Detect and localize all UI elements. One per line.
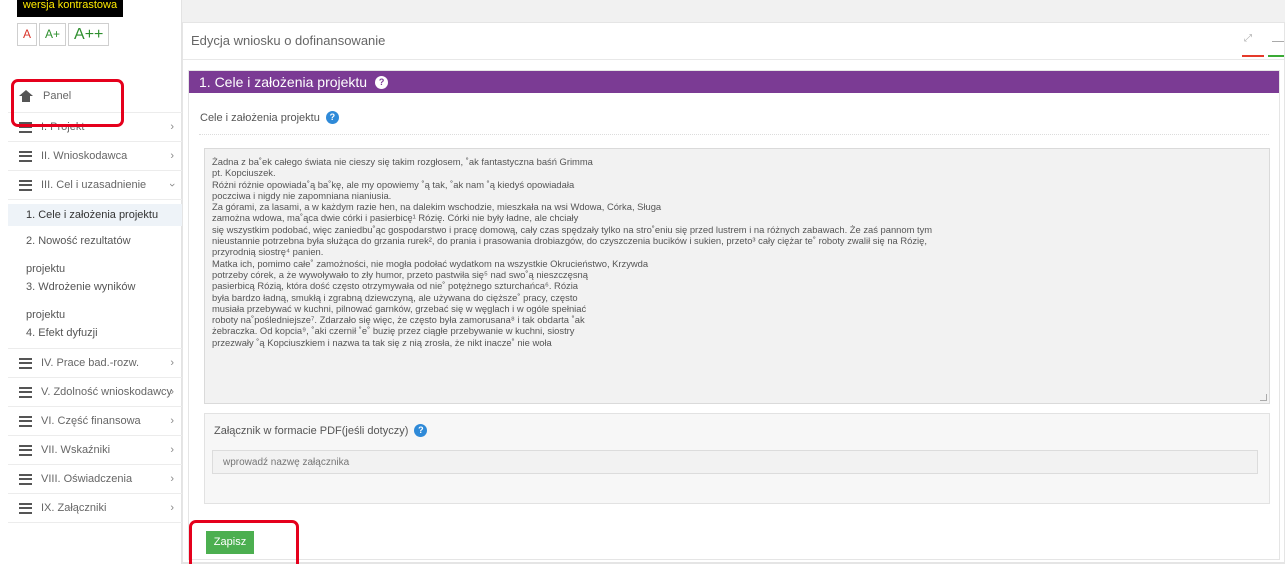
sidebar-item-zalaczniki[interactable]: IX. Załączniki › — [8, 494, 182, 523]
sidebar-subitem-nowosc[interactable]: 2. Nowość rezultatów — [8, 232, 182, 250]
sidebar-subitem-cele[interactable]: 1. Cele i założenia projektu — [8, 204, 182, 226]
sidebar-subitem-wdrozenie-cont[interactable]: projektu — [8, 306, 182, 324]
textarea-line: poczciwa i nigdy nie zapomniana nianiusi… — [212, 189, 392, 201]
section-cele: 1. Cele i założenia projektu ? Cele i za… — [188, 70, 1280, 560]
question-icon[interactable]: ? — [325, 111, 339, 124]
section-heading: 1. Cele i założenia projektu — [199, 74, 368, 90]
field-label-text: Cele i założenia projektu — [200, 111, 320, 124]
highlight-box-save — [189, 520, 299, 564]
sidebar-subitem-wdrozenie[interactable]: 3. Wdrożenie wyników — [8, 278, 182, 296]
textarea-line: pt. Kopciuszek. — [212, 167, 276, 179]
question-icon[interactable]: ? — [375, 75, 389, 89]
question-icon[interactable]: ? — [414, 424, 428, 437]
chevron-right-icon: › — [170, 386, 174, 398]
chevron-right-icon: › — [170, 444, 174, 456]
textarea-line: Żadna z ba˚ek całego świata nie cieszy s… — [212, 156, 593, 167]
font-size-controls: A A+ A++ — [17, 23, 111, 46]
chevron-right-icon: › — [170, 121, 174, 133]
textarea-line: Za górami, za lasami, a w każdym razie h… — [212, 201, 662, 213]
attachment-name-input[interactable] — [212, 450, 1258, 474]
attachment-box: Załącznik w formacie PDF(jeśli dotyczy) … — [204, 413, 1270, 504]
red-accent-line — [1242, 55, 1264, 57]
sidebar-subitem-nowosc-cont[interactable]: projektu — [8, 260, 182, 278]
textarea-line: zamożna wdowa, ma˚ąca dwie córki i pasie… — [212, 212, 579, 224]
list-icon — [19, 179, 32, 191]
sidebar-item-label: IV. Prace bad.-rozw. — [41, 357, 140, 369]
window-controls: ⤢ — [1228, 31, 1284, 61]
font-size-small-button[interactable]: A — [17, 23, 38, 46]
sidebar-item-label: VIII. Oświadczenia — [41, 473, 133, 485]
green-accent-line — [1268, 55, 1284, 57]
chevron-right-icon: › — [170, 502, 174, 514]
textarea-line: Różni różnie opowiada˚ą ba˚kę, ale my op… — [212, 178, 575, 190]
chevron-right-icon: › — [170, 150, 174, 162]
attachment-label: Załącznik w formacie PDF(jeśli dotyczy) … — [214, 424, 428, 437]
section-header: 1. Cele i założenia projektu ? — [189, 71, 1279, 93]
list-icon — [19, 386, 32, 398]
sidebar-item-cel-uzasadnienie[interactable]: III. Cel i uzasadnienie › — [8, 171, 182, 200]
chevron-right-icon: › — [170, 415, 174, 427]
list-icon — [19, 502, 32, 514]
textarea-line: przyrodnią siostrę⁴ panien. — [212, 246, 324, 258]
sidebar-item-wskazniki[interactable]: VII. Wskaźniki › — [8, 436, 182, 465]
textarea-line: przezwały ˚ą Kopciuszkiem i nazwa ta tak… — [212, 336, 552, 348]
list-icon — [19, 150, 32, 162]
list-icon — [19, 357, 32, 369]
textarea-line: żebraczka. Od kopcia⁹, ˚aki czernił ˚e˚ … — [212, 325, 575, 337]
resize-handle[interactable] — [1260, 394, 1267, 401]
sidebar-item-oswiadczenia[interactable]: VIII. Oświadczenia › — [8, 465, 182, 494]
sidebar-item-label: III. Cel i uzasadnienie — [41, 179, 147, 191]
top-bar — [182, 0, 1285, 14]
sidebar-item-label: VII. Wskaźniki — [41, 444, 111, 456]
textarea-line: roboty na˚pośledniejsze⁷. Zdarzało się w… — [212, 314, 585, 326]
font-size-medium-button[interactable]: A+ — [39, 23, 67, 46]
textarea-line: potrzeby córek, a że wywoływało to zły h… — [212, 268, 588, 280]
sidebar-submenu: 1. Cele i założenia projektu 2. Nowość r… — [8, 200, 182, 349]
expand-icon[interactable]: ⤢ — [1244, 33, 1252, 44]
chevron-right-icon: › — [170, 357, 174, 369]
minimize-line — [1272, 41, 1284, 42]
chevron-down-icon: › — [166, 183, 179, 187]
main-panel: Edycja wniosku o dofinansowanie ⤢ 1. Cel… — [182, 22, 1285, 564]
textarea-line: musiała przebywać w kuchni, pilnować gar… — [212, 302, 587, 314]
sidebar-item-prace[interactable]: IV. Prace bad.-rozw. › — [8, 349, 182, 378]
sidebar-item-zdolnosc[interactable]: V. Zdolność wnioskodawcy › — [8, 378, 182, 407]
attachment-label-text: Załącznik w formacie PDF(jeśli dotyczy) — [214, 424, 409, 437]
sidebar-item-label: V. Zdolność wnioskodawcy — [41, 386, 173, 398]
sidebar-item-label: IX. Załączniki — [41, 502, 107, 514]
list-icon — [19, 444, 32, 456]
textarea-line: się wszystkim podobać, więc zaniedbu˚ąc … — [212, 223, 933, 235]
textarea-line: była bardzo ładną, smukłą i zgrabną dzie… — [212, 291, 578, 303]
list-icon — [19, 415, 32, 427]
contrast-toggle-button[interactable]: wersja kontrastowa — [17, 0, 123, 17]
page-title: Edycja wniosku o dofinansowanie — [191, 33, 386, 48]
sidebar-item-label: II. Wnioskodawca — [41, 150, 128, 162]
sidebar-item-finansowa[interactable]: VI. Część finansowa › — [8, 407, 182, 436]
textarea-line: pasierbicą Rózią, która dość często otrz… — [212, 280, 579, 292]
textarea-line: Matka ich, pomimo całe˚ zamożności, nie … — [212, 257, 649, 269]
highlight-box-panel — [11, 79, 124, 127]
chevron-right-icon: › — [170, 473, 174, 485]
field-label: Cele i założenia projektu ? — [200, 111, 339, 124]
objectives-textarea[interactable]: Żadna z ba˚ek całego świata nie cieszy s… — [204, 148, 1270, 404]
textarea-line: nieustannie potrzebna była służąca do gr… — [212, 235, 927, 247]
sidebar-item-wnioskodawca[interactable]: II. Wnioskodawca › — [8, 142, 182, 171]
font-size-large-button[interactable]: A++ — [68, 23, 110, 46]
list-icon — [19, 473, 32, 485]
sidebar-subitem-efekt[interactable]: 4. Efekt dyfuzji — [8, 324, 182, 342]
sidebar-item-label: VI. Część finansowa — [41, 415, 141, 427]
sidebar-menu: Panel I. Projekt › II. Wnioskodawca › II… — [8, 80, 182, 523]
